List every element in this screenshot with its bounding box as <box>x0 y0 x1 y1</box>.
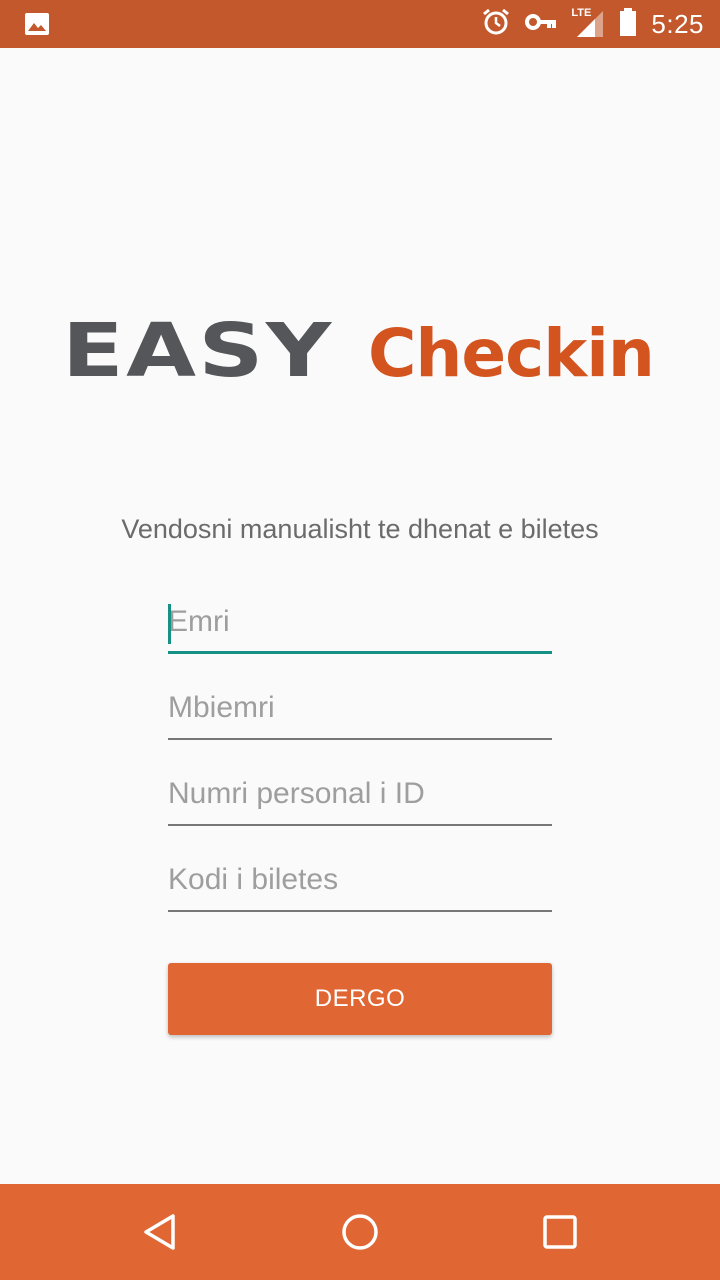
first-name-field[interactable] <box>168 598 552 654</box>
signal-icon: LTE <box>571 7 605 39</box>
key-icon <box>525 12 557 37</box>
status-time: 5:25 <box>651 8 704 39</box>
ticket-code-input[interactable] <box>168 856 552 912</box>
image-icon <box>24 12 50 41</box>
submit-button[interactable]: DERGO <box>168 963 552 1035</box>
status-bar: LTE 5:25 <box>0 0 720 48</box>
navigation-bar <box>0 1184 720 1280</box>
personal-id-input[interactable] <box>168 770 552 826</box>
ticket-code-field[interactable] <box>168 856 552 912</box>
personal-id-field[interactable] <box>168 770 552 826</box>
back-icon[interactable] <box>140 1212 180 1252</box>
app-logo: EASY Checkin <box>62 308 662 398</box>
home-icon[interactable] <box>340 1212 380 1252</box>
first-name-input[interactable] <box>168 598 552 654</box>
last-name-input[interactable] <box>168 684 552 740</box>
text-cursor <box>168 604 171 644</box>
logo-easy-text: EASY <box>62 308 334 394</box>
recents-icon[interactable] <box>540 1212 580 1252</box>
battery-icon <box>619 7 637 42</box>
last-name-field[interactable] <box>168 684 552 740</box>
instruction-text: Vendosni manualisht te dhenat e biletes <box>121 514 599 544</box>
alarm-icon <box>481 7 511 42</box>
